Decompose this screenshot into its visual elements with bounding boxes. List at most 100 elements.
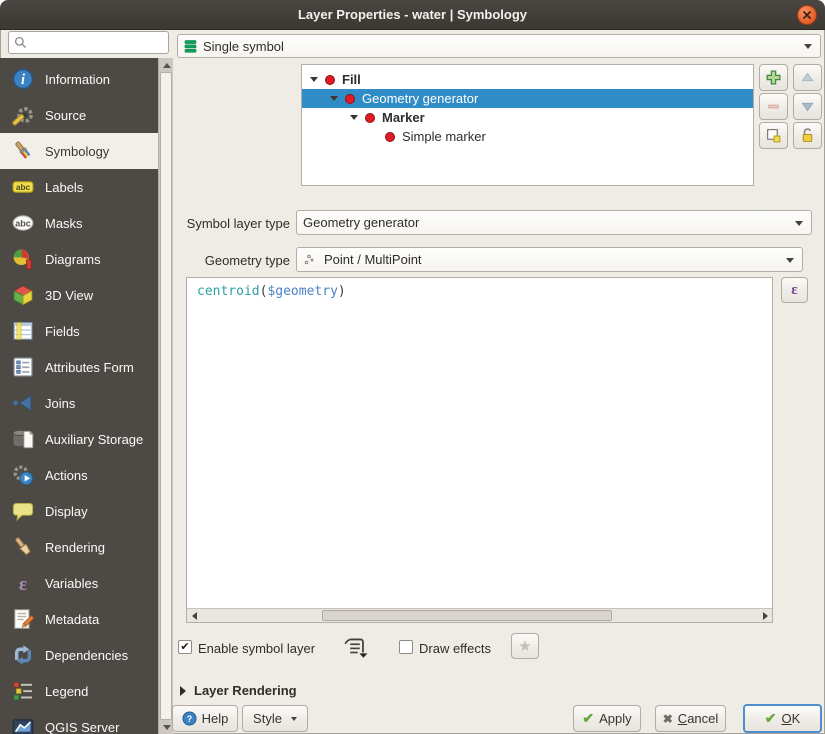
close-icon	[802, 10, 812, 20]
sidebar-item-symbology[interactable]: Symbology	[0, 133, 158, 169]
legend-icon	[12, 680, 34, 702]
sidebar-item-fields[interactable]: Fields	[0, 313, 158, 349]
scrollbar-thumb[interactable]	[322, 610, 612, 621]
rendering-icon	[12, 536, 34, 558]
svg-text:abc: abc	[16, 183, 31, 192]
marker-dot-icon	[345, 94, 355, 104]
sidebar-item-metadata[interactable]: Metadata	[0, 601, 158, 637]
draw-effects-checkbox[interactable]	[399, 640, 413, 654]
remove-symbol-layer-button[interactable]	[759, 93, 788, 120]
draw-effects-label: Draw effects	[419, 641, 491, 656]
ok-button[interactable]: ✔ OK	[743, 704, 822, 733]
display-icon	[12, 500, 34, 522]
style-button[interactable]: Style	[242, 705, 308, 732]
chevron-down-icon	[330, 96, 338, 101]
svg-text:i: i	[21, 72, 25, 88]
titlebar: Layer Properties - water | Symbology	[0, 0, 825, 30]
attributes-form-icon	[12, 356, 34, 378]
effects-properties-button[interactable]: ★	[511, 633, 539, 659]
sidebar-item-labels[interactable]: abc Labels	[0, 169, 158, 205]
arrow-down-icon	[163, 725, 171, 730]
chevron-down-icon	[804, 44, 812, 49]
scroll-right-arrow[interactable]	[758, 609, 772, 622]
x-icon: ✖	[663, 712, 673, 726]
renderer-combobox[interactable]: Single symbol	[177, 34, 821, 58]
tree-row-fill[interactable]: Fill	[302, 70, 753, 89]
sidebar-item-attributes-form[interactable]: Attributes Form	[0, 349, 158, 385]
data-defined-override-button[interactable]	[341, 636, 369, 661]
sidebar-item-legend[interactable]: Legend	[0, 673, 158, 709]
sidebar-item-information[interactable]: i Information	[0, 61, 158, 97]
labels-icon: abc	[12, 176, 34, 198]
points-icon	[303, 253, 317, 267]
move-up-button[interactable]	[793, 64, 822, 91]
add-symbol-layer-button[interactable]	[759, 64, 788, 91]
expression-editor[interactable]: centroid($geometry)	[186, 277, 773, 623]
sidebar-item-qgis-server[interactable]: QGIS Server	[0, 709, 158, 734]
tree-row-simple-marker[interactable]: Simple marker	[302, 127, 753, 146]
star-icon: ★	[518, 637, 531, 655]
lock-colors-button[interactable]	[793, 122, 822, 149]
diagrams-icon	[12, 248, 34, 270]
check-icon: ✔	[582, 710, 594, 727]
expand-arrow[interactable]	[308, 77, 320, 82]
scroll-left-arrow[interactable]	[187, 609, 201, 622]
arrow-right-icon	[763, 612, 768, 620]
close-button[interactable]	[797, 5, 817, 25]
sidebar-item-actions[interactable]: Actions	[0, 457, 158, 493]
svg-text:?: ?	[186, 714, 191, 724]
sidebar-item-source[interactable]: Source	[0, 97, 158, 133]
chevron-down-icon	[310, 77, 318, 82]
duplicate-symbol-layer-button[interactable]	[759, 122, 788, 149]
geometry-type-combobox[interactable]: Point / MultiPoint	[296, 247, 803, 272]
enable-symbol-layer-label: Enable symbol layer	[198, 641, 315, 656]
symbol-layer-tree: Fill Geometry generator Marker Simple ma…	[301, 64, 754, 186]
3d-view-icon	[12, 284, 34, 306]
marker-dot-icon	[385, 132, 395, 142]
arrow-down-icon	[800, 99, 815, 114]
search-input[interactable]	[28, 36, 158, 50]
expand-arrow[interactable]	[328, 96, 340, 101]
marker-dot-icon	[325, 75, 335, 85]
data-defined-icon	[341, 636, 369, 658]
layer-properties-dialog: Layer Properties - water | Symbology i I…	[0, 0, 825, 734]
layer-rendering-toggle[interactable]: Layer Rendering	[180, 683, 297, 698]
sidebar-item-joins[interactable]: Joins	[0, 385, 158, 421]
plus-icon	[765, 69, 782, 86]
move-down-button[interactable]	[793, 93, 822, 120]
renderer-value: Single symbol	[203, 39, 284, 54]
help-button[interactable]: ? Help	[172, 705, 238, 732]
auxiliary-storage-icon	[12, 428, 34, 450]
sidebar: i Information Source Symbology abc Label…	[0, 58, 158, 734]
sidebar-scrollbar[interactable]	[158, 58, 173, 734]
symbology-icon	[12, 140, 34, 162]
single-symbol-icon	[184, 40, 197, 53]
search-icon	[13, 35, 28, 50]
expand-arrow[interactable]	[348, 115, 360, 120]
scroll-up-arrow[interactable]	[159, 58, 174, 72]
cancel-button[interactable]: ✖ Cancel	[655, 705, 726, 732]
sidebar-item-rendering[interactable]: Rendering	[0, 529, 158, 565]
sidebar-item-diagrams[interactable]: Diagrams	[0, 241, 158, 277]
sidebar-item-display[interactable]: Display	[0, 493, 158, 529]
tree-row-geometry-generator[interactable]: Geometry generator	[302, 89, 753, 108]
sidebar-item-3d-view[interactable]: 3D View	[0, 277, 158, 313]
sidebar-scrollbar-thumb[interactable]	[160, 72, 172, 720]
sidebar-item-auxiliary-storage[interactable]: Auxiliary Storage	[0, 421, 158, 457]
arrow-up-icon	[800, 70, 815, 85]
unlock-icon	[799, 127, 816, 144]
sidebar-item-dependencies[interactable]: Dependencies	[0, 637, 158, 673]
help-icon: ?	[182, 711, 197, 726]
expression-builder-button[interactable]: ε	[781, 277, 808, 303]
sidebar-item-masks[interactable]: abc Masks	[0, 205, 158, 241]
tree-row-marker[interactable]: Marker	[302, 108, 753, 127]
enable-symbol-layer-checkbox[interactable]: ✔	[178, 640, 192, 654]
apply-button[interactable]: ✔ Apply	[573, 705, 641, 732]
sidebar-item-variables[interactable]: ε Variables	[0, 565, 158, 601]
horizontal-scrollbar[interactable]	[187, 608, 772, 622]
symbol-layer-type-label: Symbol layer type	[170, 216, 290, 231]
symbol-layer-type-combobox[interactable]: Geometry generator	[296, 210, 812, 235]
layer-rendering-label: Layer Rendering	[194, 683, 297, 698]
chevron-down-icon	[786, 258, 794, 263]
epsilon-icon: ε	[791, 282, 797, 299]
